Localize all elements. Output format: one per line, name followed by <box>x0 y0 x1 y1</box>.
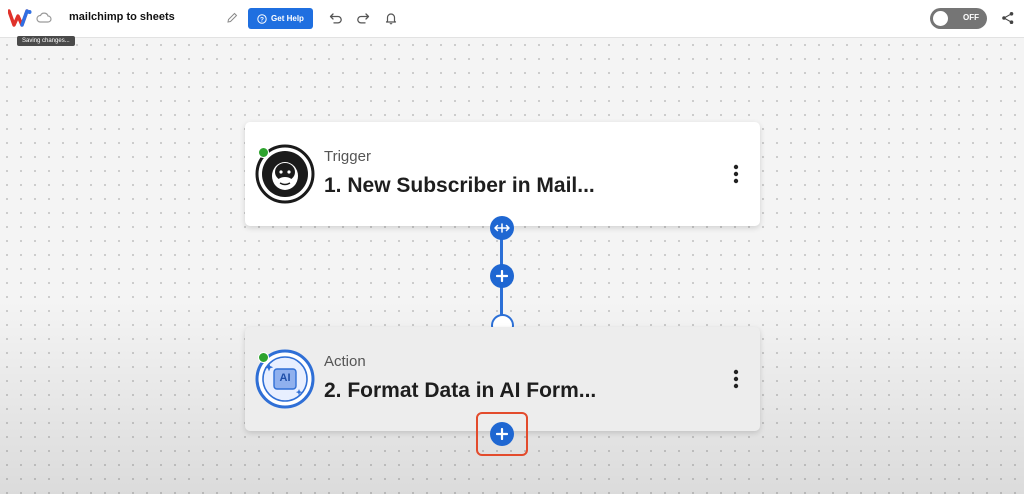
trigger-step-title: 1. New Subscriber in Mail... <box>324 174 595 197</box>
add-step-button[interactable] <box>490 264 514 288</box>
action-step-kind: Action <box>324 353 366 370</box>
ai-icon-label: AI <box>279 372 291 384</box>
top-bar: mailchimp to sheets ? Get Help OFF <box>0 0 1024 38</box>
plus-icon <box>496 270 508 282</box>
action-status-dot <box>258 352 269 363</box>
svg-text:?: ? <box>260 16 264 23</box>
split-arrows-icon <box>494 223 510 233</box>
pencil-icon[interactable] <box>227 12 238 23</box>
action-more-options-icon[interactable] <box>730 367 742 391</box>
workflow-title[interactable]: mailchimp to sheets <box>69 11 175 23</box>
share-icon[interactable] <box>1001 11 1015 25</box>
toggle-knob <box>933 11 948 26</box>
undo-icon[interactable] <box>329 11 343 25</box>
workflow-toggle[interactable]: OFF <box>930 8 987 29</box>
trigger-more-options-icon[interactable] <box>730 162 742 186</box>
redo-icon[interactable] <box>356 11 370 25</box>
toggle-state-label: OFF <box>963 13 979 22</box>
cloud-icon <box>36 12 52 23</box>
saving-tooltip: Saving changes... <box>17 36 75 46</box>
trigger-step-card[interactable]: Trigger 1. New Subscriber in Mail... <box>245 122 760 226</box>
trigger-status-dot <box>258 147 269 158</box>
bell-icon[interactable] <box>384 11 398 25</box>
highlight-box <box>476 412 528 456</box>
get-help-button[interactable]: ? Get Help <box>248 8 313 29</box>
trigger-step-kind: Trigger <box>324 148 371 165</box>
get-help-label: Get Help <box>271 14 304 23</box>
help-circle-icon: ? <box>257 13 267 24</box>
path-split-button[interactable] <box>490 216 514 240</box>
app-logo-icon[interactable] <box>8 9 32 27</box>
action-step-title: 2. Format Data in AI Form... <box>324 379 597 402</box>
